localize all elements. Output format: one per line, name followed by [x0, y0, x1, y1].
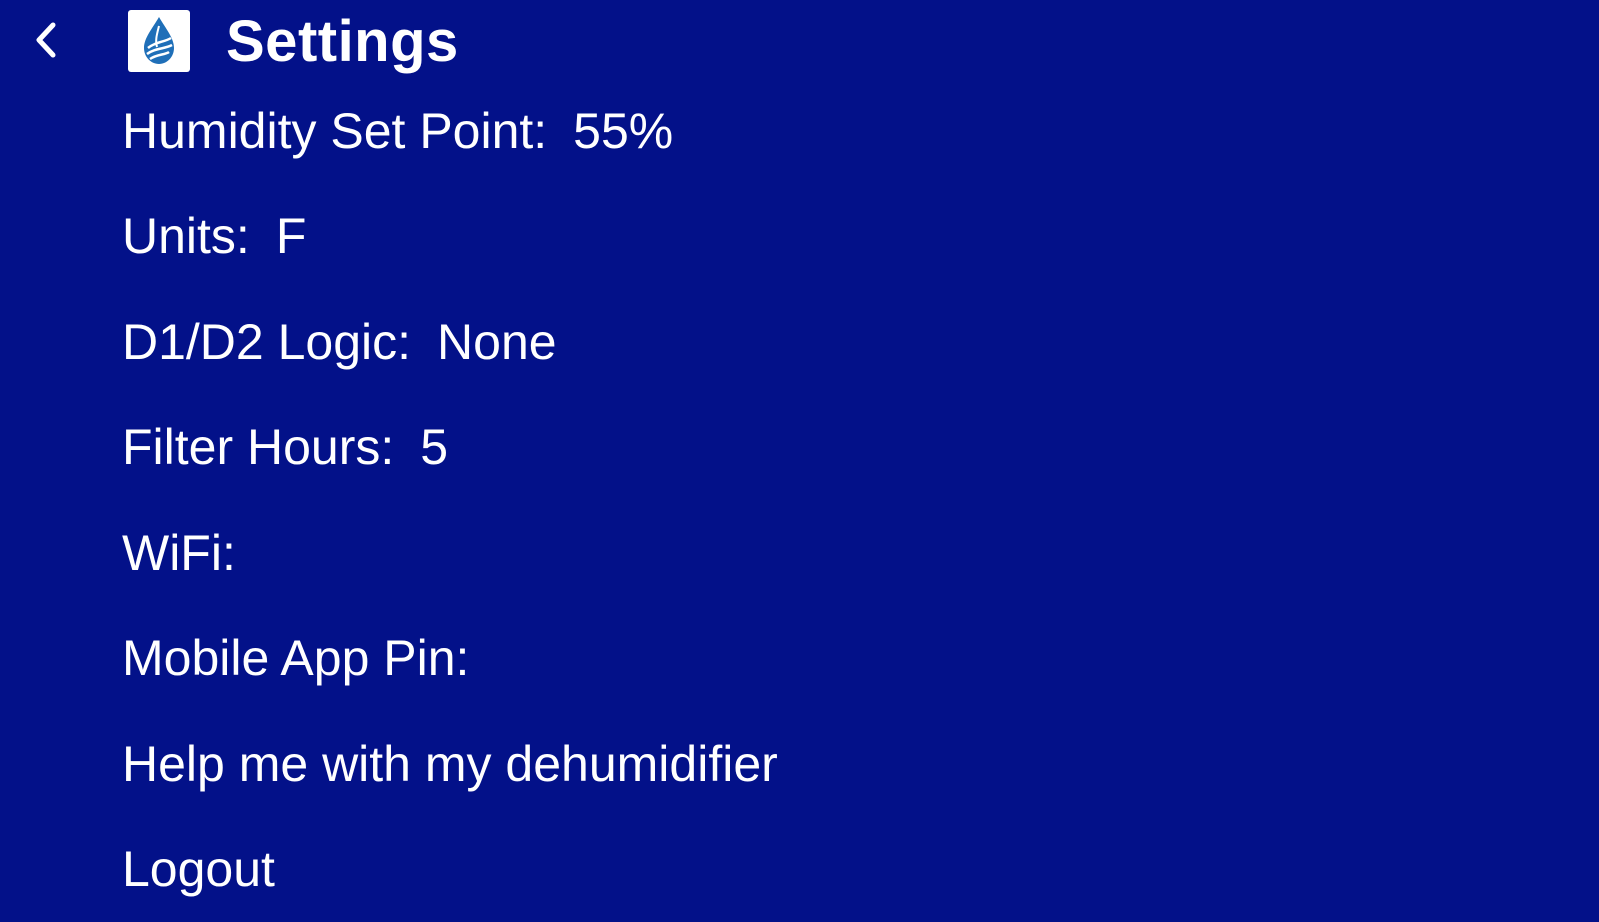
- header-bar: Settings: [0, 0, 1599, 84]
- wifi-item[interactable]: WiFi:: [122, 500, 778, 606]
- app-logo: [128, 10, 190, 72]
- humidity-set-point-value: 55%: [573, 101, 673, 161]
- settings-list: Humidity Set Point: 55% Units: F D1/D2 L…: [122, 78, 778, 922]
- units-item[interactable]: Units: F: [122, 184, 778, 290]
- d1-d2-logic-item[interactable]: D1/D2 Logic: None: [122, 289, 778, 395]
- logout-label: Logout: [122, 839, 275, 899]
- wifi-label: WiFi:: [122, 523, 236, 583]
- units-label: Units:: [122, 206, 250, 266]
- help-dehumidifier-label: Help me with my dehumidifier: [122, 734, 778, 794]
- logout-button[interactable]: Logout: [122, 817, 778, 922]
- d1-d2-logic-value: None: [437, 312, 557, 372]
- units-value: F: [276, 206, 307, 266]
- filter-hours-item[interactable]: Filter Hours: 5: [122, 395, 778, 501]
- back-button[interactable]: [22, 10, 70, 70]
- d1-d2-logic-label: D1/D2 Logic:: [122, 312, 411, 372]
- filter-hours-value: 5: [420, 417, 448, 477]
- page-title: Settings: [226, 6, 459, 78]
- humidity-set-point-label: Humidity Set Point:: [122, 101, 547, 161]
- filter-hours-label: Filter Hours:: [122, 417, 394, 477]
- mobile-app-pin-label: Mobile App Pin:: [122, 628, 469, 688]
- humidity-set-point-item[interactable]: Humidity Set Point: 55%: [122, 78, 778, 184]
- help-dehumidifier-link[interactable]: Help me with my dehumidifier: [122, 711, 778, 817]
- water-drop-logo-icon: [135, 14, 183, 68]
- mobile-app-pin-item[interactable]: Mobile App Pin:: [122, 606, 778, 712]
- chevron-left-icon: [29, 15, 63, 65]
